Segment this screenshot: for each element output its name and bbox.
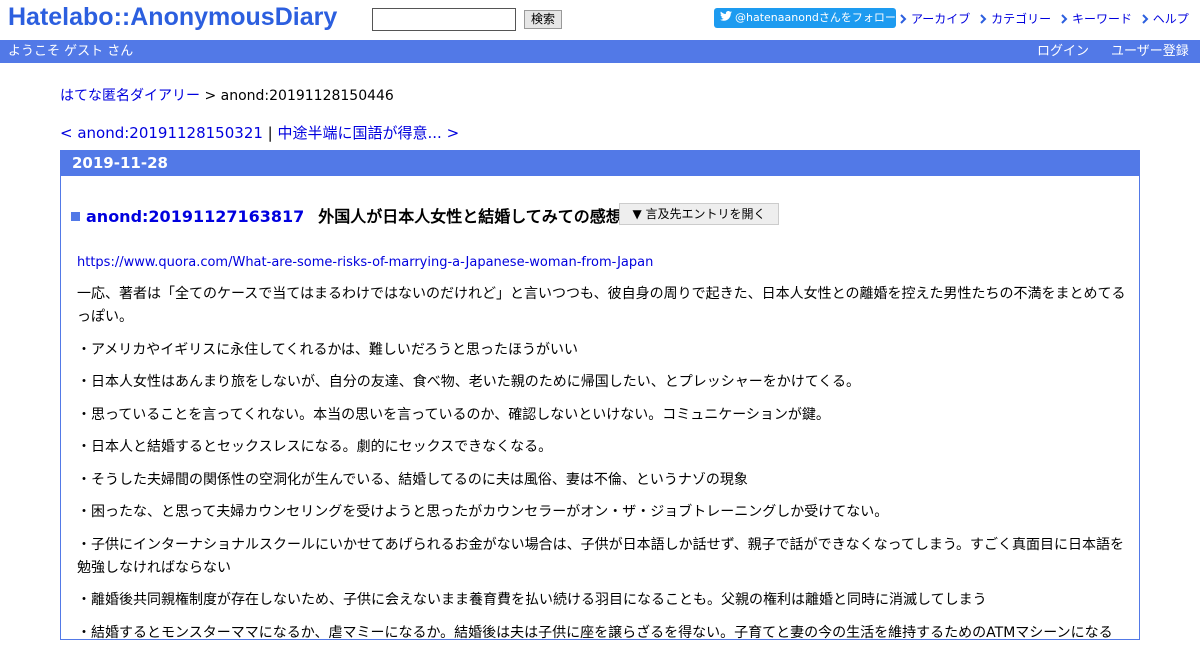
entry-paragraph: ・そうした夫婦間の関係性の空洞化が生んでいる、結婚してるのに夫は風俗、妻は不倫、… [77,471,748,488]
breadcrumb-home-link[interactable]: はてな匿名ダイアリー [60,88,200,104]
user-bar: ようこそ ゲスト さん ログイン ユーザー登録 [0,40,1200,63]
breadcrumb: はてな匿名ダイアリー > anond:20191128150446 [60,85,394,105]
source-link[interactable]: https://www.quora.com/What-are-some-risk… [77,255,653,270]
day-header: 2019-11-28 [61,151,1139,176]
nav-category[interactable]: カテゴリー [980,10,1051,27]
entry-paragraph: ・子供にインターナショナルスクールにいかせてあげられるお金がない場合は、子供が日… [77,536,1125,576]
breadcrumb-sep: > [200,88,221,104]
search-button[interactable]: 検索 [524,10,562,29]
nav-category-link[interactable]: カテゴリー [991,12,1051,26]
day-section: 2019-11-28 anond:20191127163817 外国人が日本人女性… [60,150,1140,641]
day-date-link[interactable]: 2019-11-28 [72,154,168,172]
twitter-bird-icon [720,8,732,28]
breadcrumb-current: anond:20191128150446 [220,88,394,104]
chevron-right-icon [980,14,987,24]
pager-sep: | [262,124,278,142]
entry-title-text: 外国人が日本人女性と結婚してみての感想 [318,207,622,226]
entry-pager: < anond:20191128150321 | 中途半端に国語が得意... > [60,122,459,143]
nav-archive-link[interactable]: アーカイブ [911,12,970,26]
follow-label: @hatenaanondさんをフォロー [735,11,896,24]
entry-paragraph: ・思っていることを言ってくれない。本当の思いを言っているのか、確認しないといけな… [77,406,830,423]
entry-permalink[interactable]: anond:20191127163817 [86,207,304,226]
chevron-right-icon [900,14,907,24]
logo-left: Hatelabo [8,3,114,31]
top-nav: アーカイブ カテゴリー キーワード ヘルプ [900,10,1189,27]
square-bullet-icon [71,212,80,221]
nav-archive[interactable]: アーカイブ [900,10,970,27]
nav-keyword-link[interactable]: キーワード [1072,12,1132,26]
entry-paragraph: 一応、著者は「全てのケースで当てはまるわけではないのだけれど」と言いつつも、彼自… [77,286,1126,325]
site-header: Hatelabo::AnonymousDiary 検索 @hatenaanond… [0,0,1200,40]
entry-paragraph: ・アメリカやイギリスに永住してくれるかは、難しいだろうと思ったほうがいい [77,341,579,358]
entry-paragraph: ・離婚後共同親権制度が存在しないため、子供に会えないまま養育費を払い続ける羽目に… [77,592,987,608]
search-input[interactable] [372,8,516,31]
site-logo[interactable]: Hatelabo::AnonymousDiary [8,3,337,32]
entry-paragraph: ・日本人女性はあんまり旅をしないが、自分の友達、食べ物、老いた親のために帰国した… [77,374,861,390]
logo-right: AnonymousDiary [130,3,338,31]
open-mention-button[interactable]: ▼ 言及先エントリを開く [619,203,779,225]
register-link[interactable]: ユーザー登録 [1111,40,1189,63]
nav-keyword[interactable]: キーワード [1061,10,1132,27]
entry-paragraph: ・困ったな、と思って夫婦カウンセリングを受けようと思ったがカウンセラーがオン・ザ… [77,504,889,520]
nav-help[interactable]: ヘルプ [1142,10,1189,27]
chevron-right-icon [1142,14,1149,24]
nav-help-link[interactable]: ヘルプ [1153,12,1189,26]
chevron-right-icon [1061,14,1068,24]
welcome-text: ようこそ ゲスト さん [8,44,134,59]
login-link[interactable]: ログイン [1037,40,1089,63]
prev-entry-link[interactable]: < anond:20191128150321 [60,124,263,142]
entry-paragraph: ・結婚するとモンスターママになるか、虐マミーになるか。結婚後は夫は子供に座を譲ら… [77,624,1113,641]
twitter-follow-button[interactable]: @hatenaanondさんをフォロー [714,8,896,28]
next-entry-link[interactable]: 中途半端に国語が得意... > [278,124,460,142]
entry-paragraph: ・日本人と結婚するとセックスレスになる。劇的にセックスできなくなる。 [77,439,553,455]
entry-title: anond:20191127163817 外国人が日本人女性と結婚してみての感想 [71,203,622,227]
entry-body: https://www.quora.com/What-are-some-risk… [77,251,1132,654]
logo-sep: :: [113,3,131,31]
